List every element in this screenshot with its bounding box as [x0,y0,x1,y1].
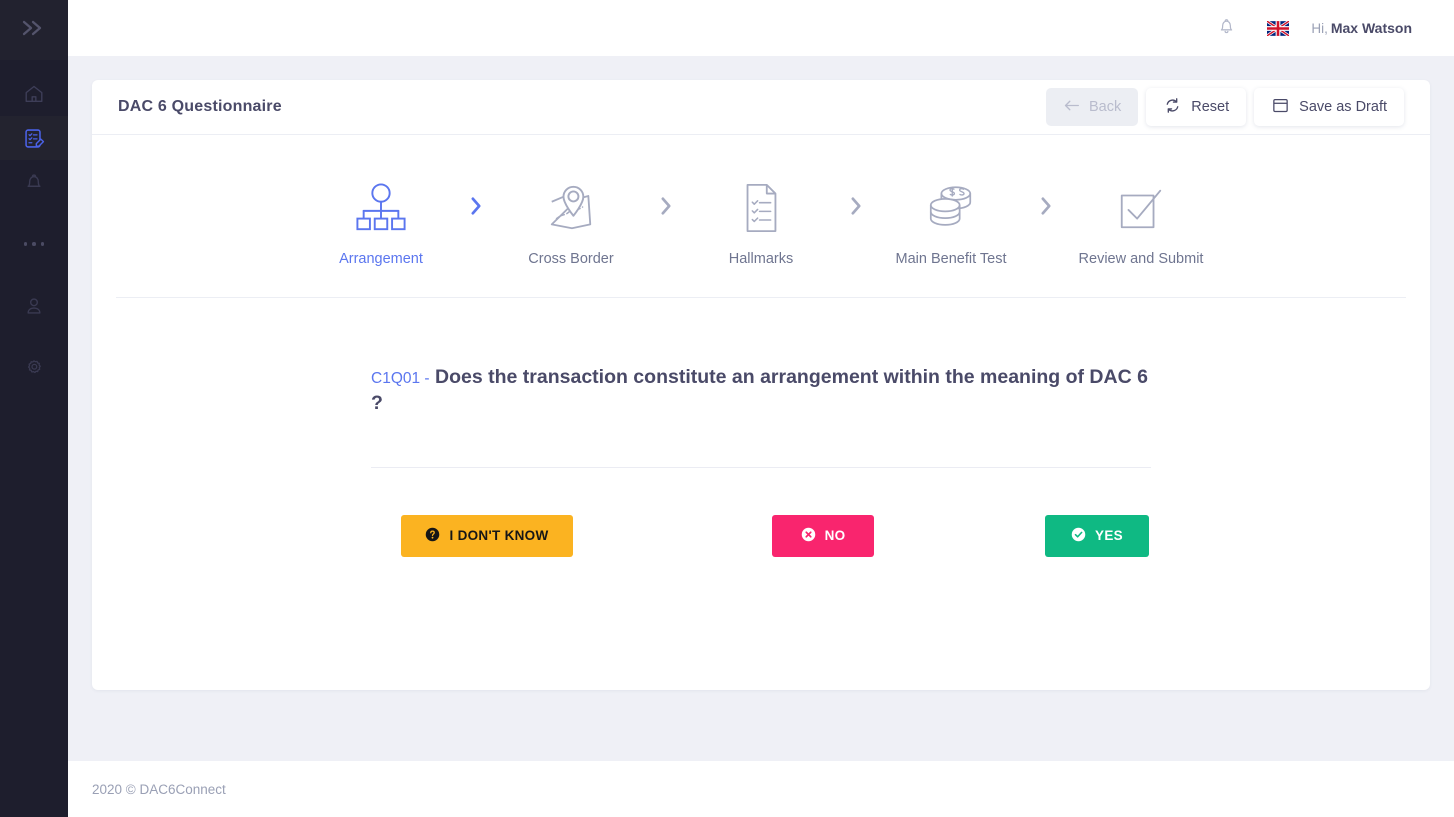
sidebar-item-more[interactable] [0,222,68,266]
map-pin-icon [543,179,599,237]
uk-flag-icon[interactable] [1266,19,1291,37]
sidebar-nav [0,60,68,390]
card-actions: Back Reset Save as Draft [1046,88,1404,126]
user-icon [23,295,45,317]
refresh-icon [1163,96,1182,119]
back-button-label: Back [1089,99,1122,115]
chevron-right-icon [1040,196,1053,221]
step-separator-4 [1024,179,1068,237]
checklist-doc-icon [738,179,784,237]
reset-button[interactable]: Reset [1146,88,1247,126]
save-icon [1271,96,1290,119]
progress-stepper: Arrangement Cross Border Hallmarks Main … [92,135,1430,267]
notifications-button[interactable] [1216,15,1237,42]
answer-label: I DON'T KNOW [449,528,549,544]
topbar: Hi, Max Watson [68,0,1454,56]
save-as-draft-button[interactable]: Save as Draft [1254,88,1404,126]
step-separator-3 [834,179,878,237]
step-label: Main Benefit Test [895,251,1007,267]
step-label: Cross Border [528,251,614,267]
check-circle-icon [1071,527,1086,545]
sidebar-item-profile[interactable] [0,284,68,328]
home-icon [23,83,45,105]
step-hallmarks[interactable]: Hallmarks [688,179,834,267]
step-label: Arrangement [339,251,423,267]
org-chart-icon [352,179,410,237]
chevron-right-icon [660,196,673,221]
save-as-draft-button-label: Save as Draft [1299,99,1387,115]
chevron-right-icon [470,196,483,221]
step-label: Hallmarks [728,251,794,267]
sidebar [0,0,68,817]
sidebar-item-home[interactable] [0,72,68,116]
more-dots-icon [23,242,45,246]
bell-icon [1216,15,1237,42]
answer-options: I DON'T KNOW NO YES [371,514,1151,557]
checkbox-check-icon [1115,179,1167,237]
step-separator-1 [454,179,498,237]
footer-copyright: 2020 © DAC6Connect [92,781,226,797]
step-cross-border[interactable]: Cross Border [498,179,644,267]
page-title: DAC 6 Questionnaire [118,98,282,115]
answer-no-button[interactable]: NO [772,514,874,557]
form-edit-icon [23,127,46,150]
answer-label: YES [1095,528,1123,544]
card-header: DAC 6 Questionnaire Back Reset Save as D… [92,80,1430,135]
step-arrangement[interactable]: Arrangement [308,179,454,267]
question-divider [371,466,1151,468]
footer: 2020 © DAC6Connect [68,761,1454,817]
step-separator-2 [644,179,688,237]
step-label: Review and Submit [1078,251,1204,267]
sidebar-item-settings[interactable] [0,346,68,390]
gear-icon [23,357,45,379]
question-row: C1Q01 - Does the transaction constitute … [371,364,1151,417]
arrow-left-icon [1063,99,1080,116]
coins-stack-icon [924,179,978,237]
answer-dont-know-button[interactable]: I DON'T KNOW [401,514,573,557]
answer-yes-button[interactable]: YES [1045,514,1149,557]
double-chevron-right-icon [20,19,48,42]
sidebar-item-notifications[interactable] [0,160,68,204]
back-button[interactable]: Back [1046,88,1139,126]
content-area: DAC 6 Questionnaire Back Reset Save as D… [68,56,1454,761]
main-column: Hi, Max Watson DAC 6 Questionnaire Back … [68,0,1454,817]
x-circle-icon [801,527,816,545]
stepper-divider-wrap [92,267,1430,298]
question-code: C1Q01 - [371,370,430,387]
answer-label: NO [824,528,846,544]
user-name: Max Watson [1330,20,1412,36]
bell-icon [23,171,45,193]
question-circle-icon [425,527,440,545]
questionnaire-card: DAC 6 Questionnaire Back Reset Save as D… [92,80,1430,690]
chevron-right-icon [850,196,863,221]
step-main-benefit-test[interactable]: Main Benefit Test [878,179,1024,267]
user-greeting[interactable]: Hi, Max Watson [1311,20,1412,36]
greeting-prefix: Hi, [1311,21,1328,36]
question-block: C1Q01 - Does the transaction constitute … [92,298,1430,557]
sidebar-item-questionnaire[interactable] [0,116,68,160]
app-root: Hi, Max Watson DAC 6 Questionnaire Back … [0,0,1454,817]
question-text: Does the transaction constitute an arran… [371,366,1148,415]
step-review-and-submit[interactable]: Review and Submit [1068,179,1214,267]
sidebar-collapse-toggle[interactable] [0,0,68,60]
reset-button-label: Reset [1191,99,1230,115]
